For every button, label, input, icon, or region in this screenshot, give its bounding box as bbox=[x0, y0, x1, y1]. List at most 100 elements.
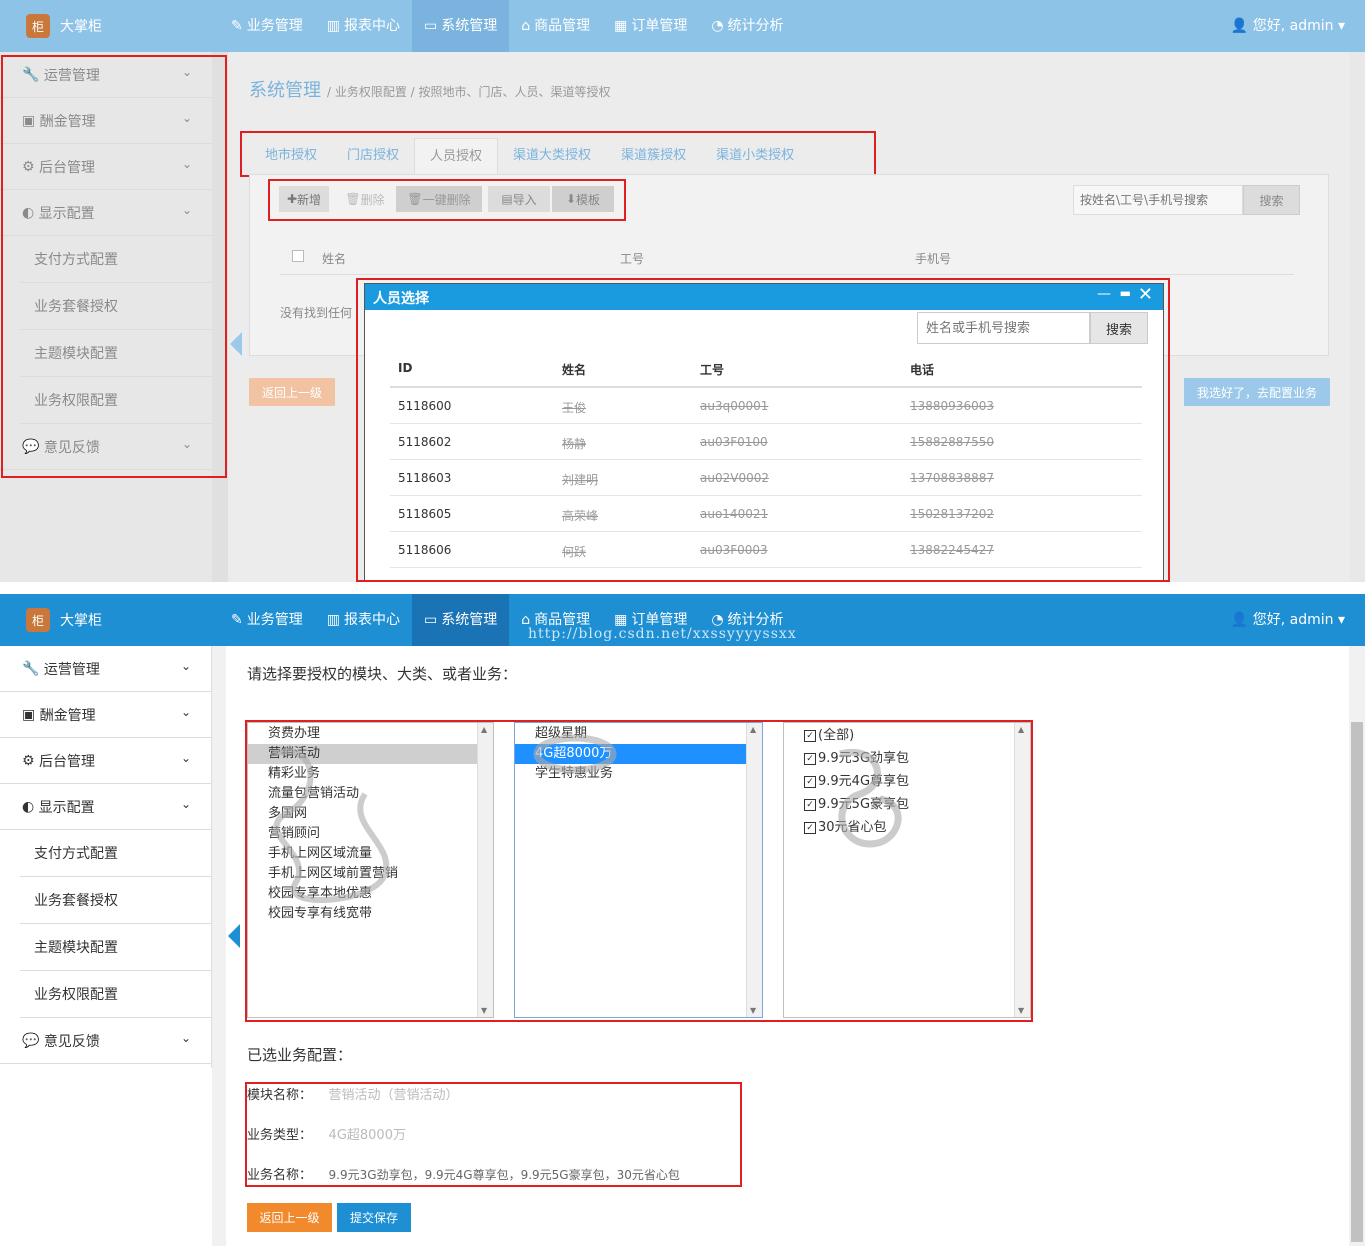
chevron-down-icon: ⌄ bbox=[181, 203, 192, 217]
sidebar: 🔧 运营管理 ⌄ ▣ 酬金管理 ⌄ ⚙ 后台管理 ⌄ ◐ 显示配置 ⌄ 支付方式配置 业… bbox=[0, 646, 212, 1068]
nav-reports[interactable]: ▥ 报表中心 bbox=[315, 594, 412, 646]
tab-channel-cluster[interactable]: 渠道簇授权 bbox=[606, 138, 701, 174]
sidebar-item-display[interactable]: ◐ 显示配置 ⌄ bbox=[0, 784, 211, 830]
sidebar-item-payment[interactable]: 支付方式配置 bbox=[20, 236, 212, 283]
module-list-scrollbar[interactable]: ▲ ▼ bbox=[477, 723, 493, 1017]
scroll-up-icon: ▲ bbox=[481, 725, 488, 734]
table-row[interactable]: 5118605 高荣峰 auo140021 15028137202 bbox=[390, 496, 1142, 532]
business-list-scrollbar[interactable]: ▲ ▼ bbox=[1014, 723, 1030, 1017]
delete-button[interactable]: 🗑 删除 bbox=[340, 186, 390, 212]
sidebar-item-permission[interactable]: 业务权限配置 bbox=[20, 377, 212, 424]
sidebar-item-theme[interactable]: 主题模块配置 bbox=[20, 330, 212, 377]
nav-orders[interactable]: ▦ 订单管理 bbox=[602, 0, 699, 52]
wrench-icon: 🔧 bbox=[22, 660, 40, 677]
app-logo[interactable]: 柜 大掌柜 bbox=[26, 14, 102, 38]
tab-store[interactable]: 门店授权 bbox=[332, 138, 414, 174]
table-row[interactable]: 5118603 刘建明 au02V0002 13708838887 bbox=[390, 460, 1142, 496]
minimize-icon[interactable]: — bbox=[1097, 286, 1111, 302]
tab-channel-major[interactable]: 渠道大类授权 bbox=[498, 138, 606, 174]
configure-business-button[interactable]: 我选好了，去配置业务 bbox=[1184, 378, 1330, 406]
sidebar-item-theme[interactable]: 主题模块配置 bbox=[20, 924, 211, 971]
sidebar-item-commission[interactable]: ▣ 酬金管理 ⌄ bbox=[0, 692, 211, 738]
submit-button[interactable]: 提交保存 bbox=[337, 1203, 411, 1232]
sidebar-scrollbar[interactable] bbox=[212, 646, 226, 1246]
edit-icon: ✎ bbox=[231, 612, 243, 628]
money-icon: ▣ bbox=[22, 112, 36, 129]
nav-reports[interactable]: ▥ 报表中心 bbox=[315, 0, 412, 52]
search-button[interactable]: 搜索 bbox=[1243, 185, 1300, 215]
sidebar-item-operations[interactable]: 🔧 运营管理 ⌄ bbox=[0, 646, 211, 692]
cell-phone: 13882245427 bbox=[910, 543, 994, 557]
sidebar-item-display[interactable]: ◐ 显示配置 ⌄ bbox=[0, 190, 212, 236]
close-icon[interactable]: ✕ bbox=[1138, 284, 1153, 305]
cogs-icon: ⚙ bbox=[22, 752, 35, 769]
nav-stats[interactable]: ◔ 统计分析 bbox=[699, 0, 795, 52]
sidebar-item-backend[interactable]: ⚙ 后台管理 ⌄ bbox=[0, 144, 212, 190]
nav-system[interactable]: ▭ 系统管理 bbox=[411, 594, 510, 646]
tab-city[interactable]: 地市授权 bbox=[250, 138, 332, 174]
sidebar-item-payment[interactable]: 支付方式配置 bbox=[20, 830, 211, 877]
top-screenshot: 柜 大掌柜 ✎ 业务管理 ▥ 报表中心 ▭ 系统管理 ⌂ 商品管理 ▦ 订单管理 ◔ 统计分… bbox=[0, 0, 1365, 582]
template-button[interactable]: ⬇ 模板 bbox=[552, 186, 614, 212]
checkbox-icon[interactable]: ✓ bbox=[804, 729, 816, 742]
nav-goods[interactable]: ⌂ 商品管理 bbox=[509, 0, 602, 52]
search-input[interactable] bbox=[1073, 185, 1243, 215]
maximize-icon[interactable]: ▬ bbox=[1120, 286, 1131, 300]
page-scrollbar[interactable] bbox=[1350, 52, 1365, 582]
nav-business[interactable]: ✎ 业务管理 bbox=[219, 594, 315, 646]
column-phone: 电话 bbox=[910, 363, 935, 377]
cell-name: 高荣峰 bbox=[562, 509, 599, 523]
collapse-arrow-icon[interactable] bbox=[228, 924, 240, 948]
table-row[interactable]: 5118606 何跃 au03F0003 13882245427 bbox=[390, 532, 1142, 568]
page-scrollbar-thumb[interactable] bbox=[1351, 722, 1363, 1242]
tab-staff[interactable]: 人员授权 bbox=[414, 138, 499, 175]
bar-chart-icon: ▥ bbox=[326, 612, 340, 628]
sidebar-item-backend[interactable]: ⚙ 后台管理 ⌄ bbox=[0, 738, 211, 784]
sidebar-scrollbar[interactable] bbox=[212, 52, 228, 582]
select-all-checkbox[interactable] bbox=[292, 250, 304, 262]
money-icon: ▣ bbox=[22, 706, 36, 723]
app-logo[interactable]: 柜 大掌柜 bbox=[26, 608, 102, 632]
back-button[interactable]: 返回上一级 bbox=[249, 378, 335, 406]
page-scrollbar[interactable] bbox=[1349, 646, 1365, 1246]
table-row[interactable]: 5118600 王俊 au3q00001 13880936003 bbox=[390, 388, 1142, 424]
sidebar-item-package[interactable]: 业务套餐授权 bbox=[20, 877, 211, 924]
type-label: 业务类型： bbox=[247, 1128, 313, 1143]
import-button[interactable]: ▤ 导入 bbox=[488, 186, 550, 212]
cell-job-no: au3q00001 bbox=[700, 399, 769, 413]
cell-id: 5118603 bbox=[398, 471, 452, 485]
batch-delete-button[interactable]: 🗑 一键删除 bbox=[396, 186, 482, 212]
sidebar-item-commission[interactable]: ▣ 酬金管理 ⌄ bbox=[0, 98, 212, 144]
table-row[interactable]: 5118602 杨静 au03F0100 15882887550 bbox=[390, 424, 1142, 460]
sidebar-item-feedback[interactable]: 💬 意见反馈 ⌄ bbox=[0, 424, 212, 470]
sidebar-item-package[interactable]: 业务套餐授权 bbox=[20, 283, 212, 330]
tab-channel-minor[interactable]: 渠道小类授权 bbox=[701, 138, 809, 174]
dialog-table-body: 5118600 王俊 au3q00001 13880936003 5118602 杨静 au… bbox=[390, 388, 1142, 568]
name-value: 9.9元3G劲享包，9.9元4G尊享包，9.9元5G豪享包，30元省心包 bbox=[328, 1168, 680, 1182]
dialog-table: ID 姓名 工号 电话 5118600 王俊 au3q00001 1388093600… bbox=[390, 352, 1142, 568]
scroll-up-icon: ▲ bbox=[1018, 725, 1025, 734]
sidebar-item-feedback[interactable]: 💬 意见反馈 ⌄ bbox=[0, 1018, 211, 1064]
nav-system[interactable]: ▭ 系统管理 bbox=[411, 0, 510, 52]
sidebar-item-operations[interactable]: 🔧 运营管理 ⌄ bbox=[0, 52, 212, 98]
collapse-arrow-icon[interactable] bbox=[230, 332, 242, 356]
toggle-icon: ◐ bbox=[22, 798, 35, 815]
type-row: 业务类型： 4G超8000万 bbox=[247, 1124, 739, 1164]
edit-icon: ✎ bbox=[231, 18, 243, 34]
dialog-search-input[interactable] bbox=[917, 312, 1090, 344]
user-icon: 👤 bbox=[1230, 18, 1249, 34]
dialog-search-button[interactable]: 搜索 bbox=[1090, 312, 1148, 344]
add-button[interactable]: ✚ 新增 bbox=[279, 186, 329, 212]
category-list-scrollbar[interactable]: ▲ ▼ bbox=[746, 723, 762, 1017]
bar-chart-icon: ▥ bbox=[326, 18, 340, 34]
back-button[interactable]: 返回上一级 bbox=[247, 1203, 332, 1232]
sidebar-item-permission[interactable]: 业务权限配置 bbox=[20, 971, 211, 1018]
bottom-header: 柜 大掌柜 ✎ 业务管理 ▥ 报表中心 ▭ 系统管理 ⌂ 商品管理 ▦ 订单管理 ◔ 统计分… bbox=[0, 594, 1365, 646]
nav-business[interactable]: ✎ 业务管理 bbox=[219, 0, 315, 52]
name-label: 业务名称： bbox=[247, 1168, 313, 1183]
dialog-title: 人员选择 bbox=[373, 291, 429, 307]
user-menu[interactable]: 👤 您好, admin ▾ bbox=[1231, 0, 1345, 52]
cell-name: 杨静 bbox=[562, 437, 587, 451]
cell-phone: 13708838887 bbox=[910, 471, 994, 485]
user-menu[interactable]: 👤 您好, admin ▾ bbox=[1231, 594, 1345, 646]
